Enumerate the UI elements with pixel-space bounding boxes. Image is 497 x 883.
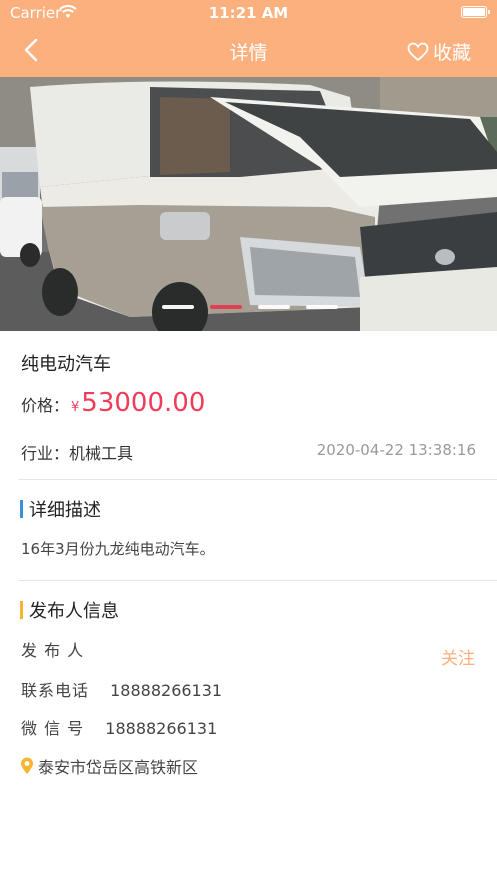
wechat-label: 微 信 号: [21, 719, 85, 738]
product-title: 纯电动汽车: [21, 354, 111, 375]
favorite-label: 收藏: [432, 42, 471, 64]
carousel-dot[interactable]: [258, 305, 290, 309]
van-photo: [0, 77, 497, 331]
publisher-heading-label: 发布人信息: [29, 601, 119, 622]
price-row: 价格： ¥ 53000.00: [21, 388, 205, 418]
section-marker: [20, 500, 23, 518]
publisher-name-label: 发 布 人: [21, 641, 85, 660]
app-header: Carrier 11:21 AM 详情 收藏: [0, 0, 497, 77]
currency-symbol: ¥: [71, 400, 80, 415]
section-marker: [20, 601, 23, 619]
description-text: 16年3月份九龙纯电动汽车。: [21, 540, 215, 558]
divider: [18, 580, 497, 581]
description-heading: 详细描述: [20, 496, 101, 522]
publisher-name-row: 发 布 人: [21, 637, 84, 661]
follow-button[interactable]: 关注: [441, 644, 475, 669]
divider: [18, 479, 497, 480]
address-text: 泰安市岱岳区高铁新区: [38, 758, 199, 777]
price-value: 53000.00: [81, 388, 206, 418]
address-row[interactable]: 泰安市岱岳区高铁新区: [20, 754, 198, 778]
industry-value: 机械工具: [69, 444, 134, 463]
wechat-value: 18888266131: [105, 719, 218, 738]
carousel-indicator: [162, 305, 338, 309]
status-time: 11:21 AM: [208, 4, 289, 22]
wechat-row: 微 信 号 18888266131: [21, 715, 217, 739]
phone-label: 联系电话: [21, 681, 90, 700]
price-label: 价格：: [21, 396, 70, 415]
description-heading-label: 详细描述: [29, 500, 101, 521]
phone-row: 联系电话 18888266131: [21, 677, 222, 701]
status-bar: Carrier 11:21 AM: [0, 0, 497, 26]
image-carousel[interactable]: [0, 77, 497, 331]
phone-value[interactable]: 18888266131: [110, 681, 222, 700]
publisher-heading: 发布人信息: [20, 597, 119, 623]
battery-icon: [461, 6, 490, 18]
carousel-dot-active[interactable]: [210, 305, 242, 309]
carousel-dot[interactable]: [162, 305, 194, 309]
carousel-dot[interactable]: [306, 305, 338, 309]
industry-row: 行业：机械工具: [21, 440, 133, 464]
heart-icon: [407, 42, 429, 61]
favorite-button[interactable]: 收藏: [407, 38, 471, 65]
industry-label: 行业：: [21, 444, 70, 463]
location-pin-icon: [21, 757, 33, 774]
post-date: 2020-04-22 13:38:16: [316, 441, 476, 459]
